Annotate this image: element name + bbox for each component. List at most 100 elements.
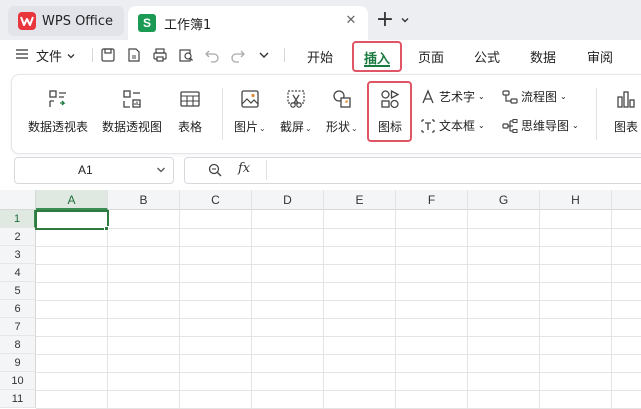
row-header[interactable]: 5 bbox=[0, 282, 36, 300]
shapes-button[interactable]: 形状⌄ bbox=[326, 88, 358, 135]
screenshot-scissors-icon bbox=[287, 90, 305, 108]
icons-label: 图标 bbox=[378, 120, 403, 134]
grid-line bbox=[36, 372, 641, 373]
pivot-table-label: 数据透视表 bbox=[28, 120, 89, 134]
flowchart-icon bbox=[502, 89, 518, 104]
column-header[interactable]: A bbox=[36, 190, 108, 210]
column-header[interactable]: H bbox=[540, 190, 612, 210]
column-header[interactable]: E bbox=[324, 190, 396, 210]
pivot-chart-label: 数据透视图 bbox=[102, 120, 163, 134]
active-cell-a1[interactable] bbox=[35, 210, 109, 230]
function-fx-icon[interactable]: fx bbox=[238, 161, 250, 176]
print-icon[interactable] bbox=[152, 47, 168, 63]
tab-formulas[interactable]: 公式 bbox=[474, 47, 500, 66]
row-header[interactable]: 1 bbox=[0, 210, 36, 228]
tab-data[interactable]: 数据 bbox=[530, 47, 556, 66]
flowchart-label: 流程图 bbox=[521, 90, 558, 104]
grid-line bbox=[395, 210, 396, 409]
row-header[interactable]: 11 bbox=[0, 390, 36, 408]
hamburger-menu-icon[interactable] bbox=[16, 49, 28, 59]
redo-icon[interactable] bbox=[230, 47, 246, 63]
active-tab-underline bbox=[364, 65, 390, 67]
ribbon-divider bbox=[596, 88, 597, 140]
chevron-down-icon[interactable] bbox=[399, 14, 411, 26]
textbox-button[interactable]: 文本框 ⌄ bbox=[420, 117, 485, 134]
grid-line bbox=[539, 210, 540, 409]
quick-access-dropdown-icon[interactable] bbox=[256, 47, 272, 63]
divider bbox=[92, 48, 93, 62]
row-header[interactable]: 3 bbox=[0, 246, 36, 264]
spreadsheet-grid[interactable]: A B C D E F G H 1 2 3 4 5 6 7 8 9 10 11 bbox=[0, 190, 641, 409]
row-header[interactable]: 4 bbox=[0, 264, 36, 282]
workbook-tab[interactable]: S 工作簿1 ✕ bbox=[128, 6, 368, 40]
row-header[interactable]: 10 bbox=[0, 372, 36, 390]
screenshot-button[interactable]: 截屏⌄ bbox=[280, 88, 312, 135]
column-header[interactable]: G bbox=[468, 190, 540, 210]
name-box-value: A1 bbox=[78, 163, 93, 177]
new-tab-plus-icon[interactable]: + bbox=[374, 9, 396, 32]
workbook-tab-label: 工作簿1 bbox=[164, 17, 212, 33]
zoom-search-icon[interactable] bbox=[207, 162, 223, 178]
table-icon bbox=[180, 91, 200, 107]
formula-bar[interactable] bbox=[184, 157, 641, 184]
pivot-table-button[interactable]: 数据透视表 bbox=[28, 88, 88, 135]
grid-line bbox=[36, 264, 641, 265]
shapes-icon bbox=[333, 90, 351, 108]
close-tab-icon[interactable]: ✕ bbox=[344, 14, 358, 28]
select-all-corner[interactable] bbox=[0, 190, 36, 210]
grid-line bbox=[36, 336, 641, 337]
grid-line bbox=[251, 210, 252, 409]
row-header[interactable]: 8 bbox=[0, 336, 36, 354]
pivot-chart-button[interactable]: 数据透视图 bbox=[102, 88, 162, 135]
tab-review[interactable]: 审阅 bbox=[587, 47, 613, 66]
icons-button[interactable]: 图标 bbox=[378, 88, 402, 135]
column-header[interactable] bbox=[612, 190, 641, 210]
ribbon-divider bbox=[222, 88, 223, 140]
picture-label: 图片⌄ bbox=[234, 120, 266, 134]
column-header[interactable]: F bbox=[396, 190, 468, 210]
grid-line bbox=[36, 390, 641, 391]
export-pdf-icon[interactable] bbox=[126, 47, 142, 63]
picture-button[interactable]: 图片⌄ bbox=[234, 88, 266, 135]
divider bbox=[266, 160, 267, 180]
grid-line bbox=[323, 210, 324, 409]
tab-home[interactable]: 开始 bbox=[307, 47, 333, 66]
wps-office-tab[interactable]: WPS Office bbox=[8, 6, 124, 36]
screenshot-label: 截屏⌄ bbox=[280, 120, 312, 134]
name-box[interactable] bbox=[14, 157, 174, 184]
fill-handle[interactable] bbox=[104, 226, 109, 231]
chart-label: 图表 bbox=[614, 120, 639, 134]
print-preview-icon[interactable] bbox=[178, 47, 194, 63]
table-button[interactable]: 表格 bbox=[178, 88, 202, 135]
undo-icon[interactable] bbox=[204, 47, 220, 63]
flowchart-button[interactable]: 流程图 ⌄ bbox=[502, 88, 567, 105]
column-header[interactable]: C bbox=[180, 190, 252, 210]
pivot-chart-icon bbox=[123, 90, 141, 108]
chevron-down-icon bbox=[67, 53, 75, 58]
save-icon[interactable] bbox=[100, 47, 116, 63]
row-header[interactable]: 9 bbox=[0, 354, 36, 372]
row-header[interactable]: 2 bbox=[0, 228, 36, 246]
tab-page[interactable]: 页面 bbox=[418, 47, 444, 66]
column-header[interactable]: D bbox=[252, 190, 324, 210]
grid-line bbox=[36, 282, 641, 283]
row-header[interactable]: 6 bbox=[0, 300, 36, 318]
chart-button[interactable]: 图表 bbox=[614, 88, 638, 135]
chevron-down-icon[interactable] bbox=[156, 166, 166, 174]
file-menu[interactable]: 文件 bbox=[36, 46, 76, 65]
grid-line bbox=[179, 210, 180, 409]
wps-logo-icon bbox=[18, 12, 36, 30]
textbox-label: 文本框 bbox=[439, 119, 476, 133]
wordart-label: 艺术字 bbox=[439, 90, 476, 104]
grid-line bbox=[611, 210, 612, 409]
wps-office-tab-label: WPS Office bbox=[42, 13, 114, 29]
grid-line bbox=[36, 354, 641, 355]
picture-icon bbox=[241, 90, 259, 108]
bar-chart-icon bbox=[617, 91, 635, 108]
wordart-button[interactable]: 艺术字 ⌄ bbox=[420, 88, 485, 105]
column-header[interactable]: B bbox=[108, 190, 180, 210]
table-label: 表格 bbox=[178, 120, 203, 134]
grid-line bbox=[36, 228, 641, 229]
row-header[interactable]: 7 bbox=[0, 318, 36, 336]
mindmap-button[interactable]: 思维导图 ⌄ bbox=[502, 117, 579, 134]
